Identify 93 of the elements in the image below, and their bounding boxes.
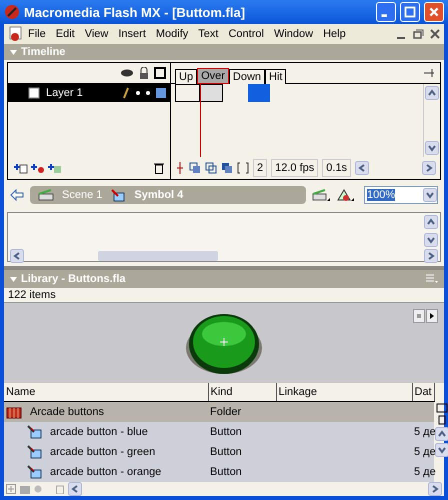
library-row[interactable]: arcade button - blue Button 5 де [4, 422, 434, 442]
panel-title: Library - Buttons.fla [21, 273, 126, 285]
scroll-down-button[interactable] [425, 141, 439, 155]
column-header[interactable]: Name [4, 383, 208, 402]
column-header[interactable]: Dat [412, 383, 434, 402]
symbol-icon [110, 188, 126, 202]
close-button[interactable] [424, 2, 444, 22]
center-frame-icon[interactable] [175, 162, 185, 174]
column-header[interactable]: Kind [208, 383, 276, 402]
item-name: arcade button - green [50, 446, 156, 458]
elapsed-time-field: 0.1s [322, 159, 352, 177]
frame-selection [248, 84, 270, 102]
current-frame-field: 2 [253, 159, 268, 177]
panel-title: Timeline [21, 46, 66, 58]
item-name: Arcade buttons [30, 406, 104, 418]
document-icon[interactable] [9, 26, 23, 42]
frame-tab[interactable]: Hit [265, 68, 286, 84]
menu-item[interactable]: Text [193, 28, 224, 40]
frame-view-icon[interactable] [424, 68, 436, 78]
scroll-up-button[interactable] [424, 215, 438, 229]
frame-rate-field: 12.0 fps [271, 159, 318, 177]
scroll-up-button[interactable] [425, 86, 439, 100]
lock-icon[interactable] [139, 67, 149, 79]
add-layer-icon[interactable] [14, 162, 28, 174]
color-square-icon [156, 88, 166, 98]
item-name: arcade button - orange [50, 466, 162, 478]
app-logo-icon [4, 4, 20, 20]
button-symbol-icon [26, 445, 42, 459]
item-date: 5 де [414, 446, 436, 458]
keyframe-cell [199, 84, 223, 102]
minimize-button[interactable] [376, 2, 396, 22]
pencil-icon [122, 87, 130, 99]
narrow-view-icon[interactable] [438, 415, 446, 425]
library-row[interactable]: arcade button - orange Button 5 де [4, 462, 434, 482]
add-folder-icon[interactable] [48, 162, 62, 174]
clapper-icon [38, 189, 54, 201]
library-row[interactable]: Arcade buttons Folder [4, 402, 434, 422]
scroll-up-button[interactable] [434, 427, 448, 441]
item-date: 5 де [414, 466, 436, 478]
frame-tab[interactable]: Over [197, 68, 229, 84]
scroll-down-button[interactable] [423, 188, 437, 202]
dot-icon [146, 91, 150, 95]
back-arrow-icon[interactable] [10, 189, 24, 201]
scroll-left-button[interactable] [10, 249, 24, 263]
edit-frames-icon[interactable] [221, 162, 233, 174]
item-kind: Folder [208, 402, 276, 422]
scrollbar-thumb[interactable] [98, 251, 218, 261]
edit-symbol-icon[interactable] [336, 188, 354, 202]
restore-icon[interactable] [411, 27, 425, 41]
onion-skin-icon[interactable] [189, 162, 201, 174]
maximize-button[interactable] [400, 2, 420, 22]
scroll-right-button[interactable] [428, 482, 442, 496]
button-symbol-icon [26, 425, 42, 439]
menu-item[interactable]: Control [223, 28, 269, 40]
layer-row[interactable]: Layer 1 [8, 84, 170, 102]
close-icon[interactable] [428, 27, 442, 41]
eye-icon[interactable] [120, 68, 134, 78]
modify-markers-icon[interactable] [237, 162, 249, 174]
menu-item[interactable]: Edit [50, 28, 80, 40]
button-symbol-icon [26, 465, 42, 479]
menu-item[interactable]: View [80, 28, 114, 40]
item-count: 122 items [7, 288, 57, 302]
item-date: 5 де [414, 426, 436, 438]
scroll-left-button[interactable] [355, 161, 370, 175]
add-guide-icon[interactable] [31, 162, 45, 174]
folder-icon [6, 405, 22, 419]
onion-outline-icon[interactable] [205, 162, 217, 174]
item-name: arcade button - blue [50, 426, 148, 438]
window-title: Macromedia Flash MX - [Buttom.fla] [24, 4, 246, 20]
column-header[interactable]: Linkage [276, 383, 412, 402]
play-icon[interactable] [426, 309, 438, 323]
scroll-down-button[interactable] [424, 233, 438, 247]
edit-scene-icon[interactable] [312, 188, 330, 202]
scroll-left-button[interactable] [68, 482, 82, 496]
item-kind: Button [208, 462, 276, 482]
menu-item[interactable]: Insert [113, 28, 151, 40]
dot-icon [136, 91, 140, 95]
frame-tab[interactable]: Up [175, 68, 198, 84]
library-row[interactable]: arcade button - green Button 5 де [4, 442, 434, 462]
scroll-right-button[interactable] [424, 249, 438, 263]
scroll-down-button[interactable] [434, 443, 448, 457]
item-kind: Button [208, 442, 276, 462]
wide-view-icon[interactable] [436, 403, 448, 413]
scroll-right-button[interactable] [422, 161, 436, 175]
zoom-dropdown[interactable]: 100% [364, 186, 438, 204]
frame-tab[interactable]: Down [228, 68, 266, 84]
item-kind: Button [208, 422, 276, 442]
menu-item[interactable]: Modify [150, 28, 194, 40]
menu-item[interactable]: Help [318, 28, 351, 40]
menu-item[interactable]: File [23, 28, 51, 40]
layer-icon [28, 87, 40, 99]
outline-icon[interactable] [154, 67, 166, 79]
menu-item[interactable]: Window [268, 28, 318, 40]
